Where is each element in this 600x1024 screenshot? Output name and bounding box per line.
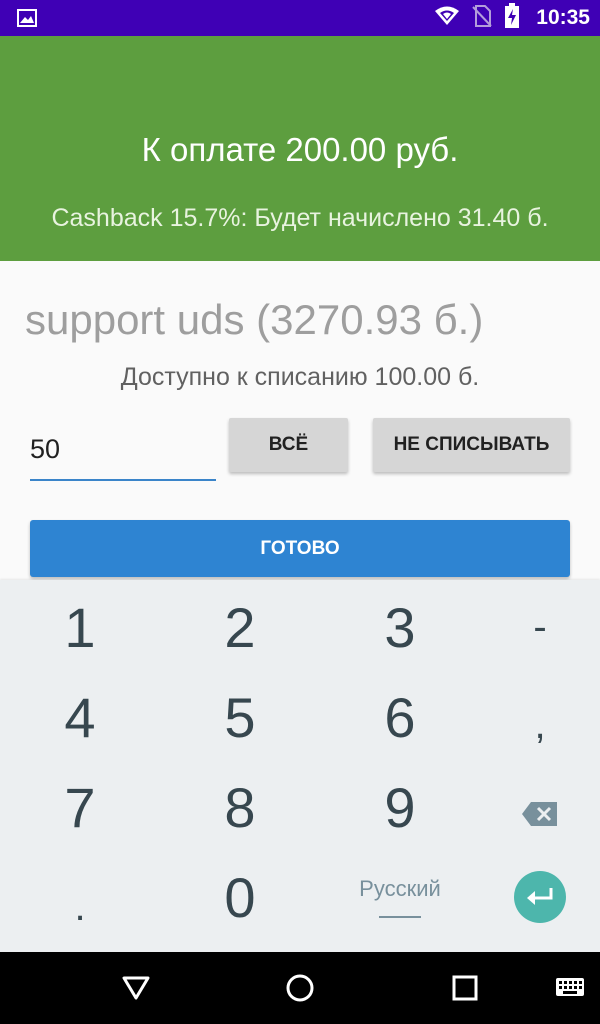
key-1[interactable]: 1 — [5, 582, 155, 672]
done-button[interactable]: ГОТОВО — [30, 520, 570, 577]
key-comma[interactable]: , — [465, 680, 600, 770]
battery-charging-icon — [504, 3, 520, 33]
numeric-keyboard: 1 2 3 - 4 5 6 , 7 8 9 . 0 Русский — [0, 580, 600, 952]
account-name: support uds (3270.93 б.) — [25, 296, 484, 343]
key-4[interactable]: 4 — [5, 672, 155, 762]
payment-header: К оплате 200.00 руб. Cashback 15.7%: Буд… — [0, 36, 600, 261]
enter-icon — [514, 871, 566, 923]
payment-amount-title: К оплате 200.00 руб. — [141, 131, 459, 168]
key-8[interactable]: 8 — [165, 762, 315, 852]
no-sim-icon — [472, 4, 493, 32]
key-5[interactable]: 5 — [165, 672, 315, 762]
status-bar: 10:35 — [0, 0, 600, 36]
wifi-icon — [434, 5, 460, 31]
cashback-info: Cashback 15.7%: Будет начислено 31.40 б. — [51, 204, 549, 232]
dont-use-button[interactable]: НЕ СПИСЫВАТЬ — [373, 418, 570, 472]
use-all-button[interactable]: ВСЁ — [229, 418, 348, 472]
key-6[interactable]: 6 — [325, 672, 475, 762]
available-points: Доступно к списанию 100.00 б. — [120, 363, 480, 391]
key-language[interactable]: Русский — [325, 852, 475, 942]
key-3[interactable]: 3 — [325, 582, 475, 672]
key-2[interactable]: 2 — [165, 582, 315, 672]
key-minus[interactable]: - — [465, 582, 600, 672]
backspace-icon — [521, 775, 559, 840]
language-underline — [379, 916, 421, 918]
payment-form: support uds (3270.93 б.) Доступно к спис… — [0, 261, 600, 580]
image-icon — [17, 9, 37, 27]
points-amount-input[interactable] — [30, 419, 216, 481]
key-0[interactable]: 0 — [165, 852, 315, 942]
key-enter[interactable] — [465, 852, 600, 942]
navigation-bar — [0, 952, 600, 1024]
keyboard-switch-icon[interactable] — [552, 970, 588, 1006]
status-time: 10:35 — [536, 6, 590, 29]
language-label: Русский — [359, 876, 441, 901]
key-9[interactable]: 9 — [325, 762, 475, 852]
recents-icon[interactable] — [447, 970, 483, 1006]
key-backspace[interactable] — [465, 762, 600, 852]
home-icon[interactable] — [282, 970, 318, 1006]
key-7[interactable]: 7 — [5, 762, 155, 852]
back-icon[interactable] — [118, 970, 154, 1006]
key-dot[interactable]: . — [5, 862, 155, 952]
